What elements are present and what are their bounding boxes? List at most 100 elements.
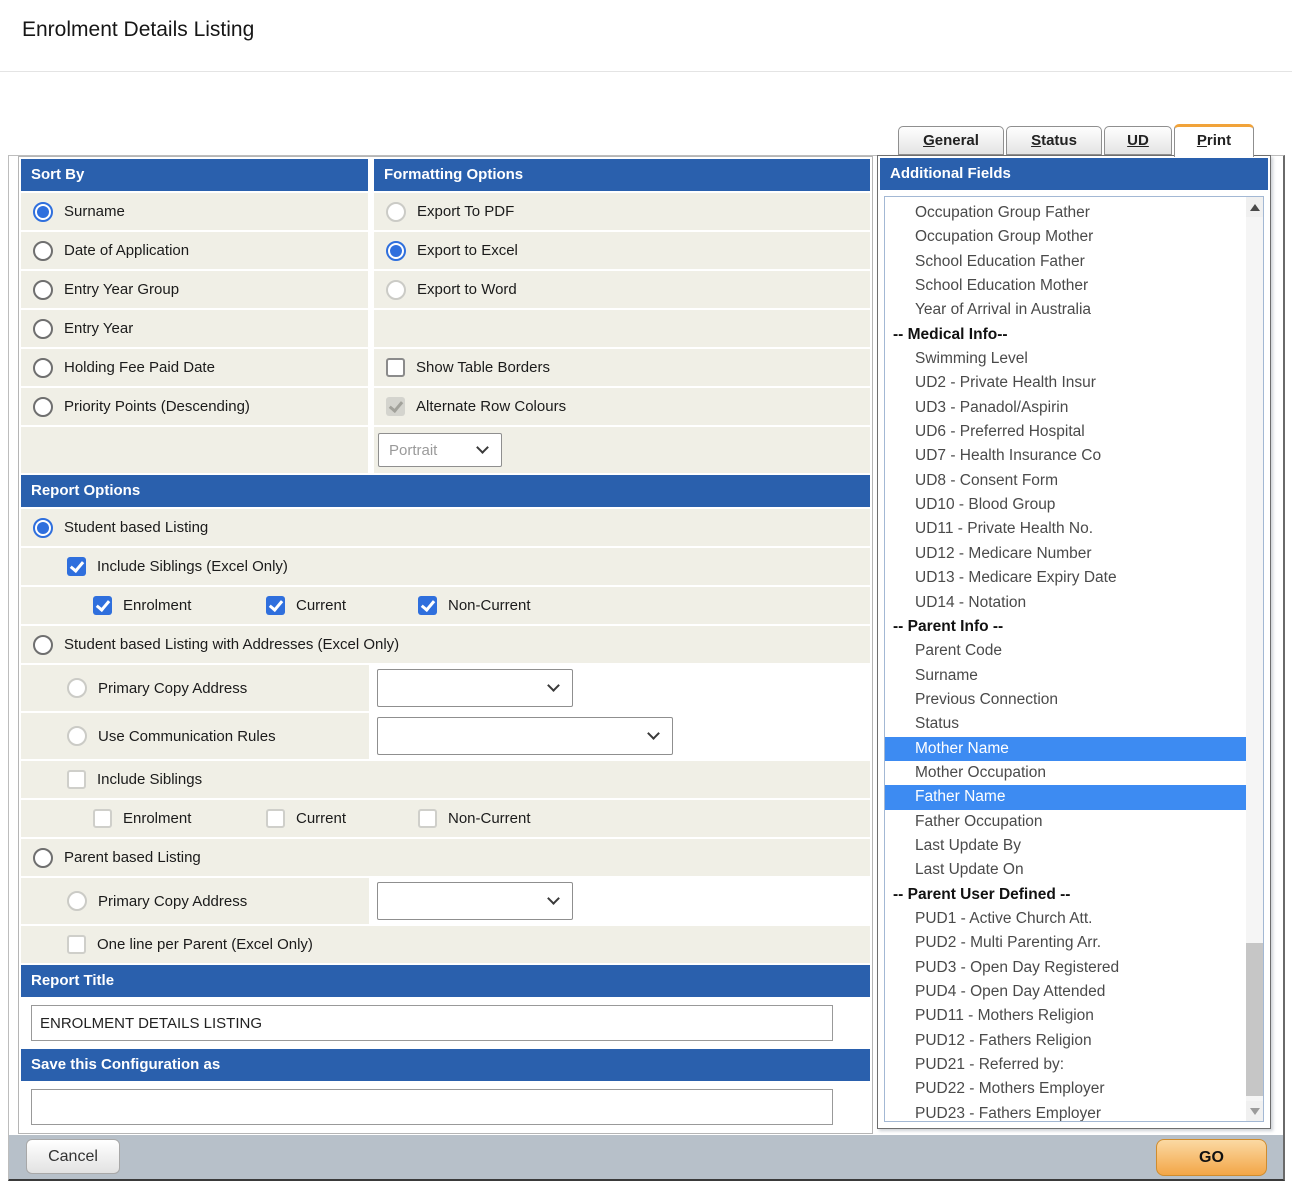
list-item[interactable]: UD3 - Panadol/Aspirin xyxy=(885,396,1246,420)
sort-date-of-application-radio[interactable] xyxy=(33,241,53,261)
communication-rules-select[interactable] xyxy=(377,717,673,755)
list-item[interactable]: PUD1 - Active Church Att. xyxy=(885,907,1246,931)
sort-surname-radio[interactable] xyxy=(33,202,53,222)
list-item[interactable]: PUD12 - Fathers Religion xyxy=(885,1029,1246,1053)
option-row: Show Table Borders xyxy=(374,349,870,386)
arrow-up-icon xyxy=(1250,204,1260,211)
use-communication-rules-radio[interactable] xyxy=(67,726,87,746)
list-item[interactable]: Year of Arrival in Australia xyxy=(885,298,1246,322)
primary-copy-address-select[interactable] xyxy=(377,669,573,707)
list-item[interactable]: UD7 - Health Insurance Co xyxy=(885,444,1246,468)
list-item[interactable]: Swimming Level xyxy=(885,347,1246,371)
chevron-down-icon xyxy=(547,679,560,692)
tab-ud[interactable]: UD xyxy=(1104,126,1172,155)
empty-cell xyxy=(21,427,368,473)
alternate-row-colours-checkbox[interactable] xyxy=(386,397,405,416)
parent-listing-radio[interactable] xyxy=(33,848,53,868)
student-listing-radio[interactable] xyxy=(33,518,53,538)
list-item[interactable]: PUD22 - Mothers Employer xyxy=(885,1077,1246,1101)
list-item[interactable]: UD12 - Medicare Number xyxy=(885,542,1246,566)
list-item[interactable]: PUD11 - Mothers Religion xyxy=(885,1004,1246,1028)
list-group-header[interactable]: -- Medical Info-- xyxy=(885,323,1246,347)
list-item[interactable]: PUD2 - Multi Parenting Arr. xyxy=(885,931,1246,955)
siblings2-current-checkbox[interactable] xyxy=(266,809,285,828)
list-item[interactable]: UD6 - Preferred Hospital xyxy=(885,420,1246,444)
list-item[interactable]: Status xyxy=(885,712,1246,736)
option-row: Include Siblings (Excel Only) xyxy=(21,548,870,585)
siblings-current-checkbox[interactable] xyxy=(266,596,285,615)
siblings2-noncurrent-checkbox[interactable] xyxy=(418,809,437,828)
list-item[interactable]: School Education Mother xyxy=(885,274,1246,298)
option-row: Priority Points (Descending) xyxy=(21,388,368,425)
parent-primary-copy-address-radio[interactable] xyxy=(67,891,87,911)
sort-entry-year-radio[interactable] xyxy=(33,319,53,339)
include-siblings2-checkbox[interactable] xyxy=(67,770,86,789)
list-item[interactable]: PUD4 - Open Day Attended xyxy=(885,980,1246,1004)
save-configuration-header: Save this Configuration as xyxy=(21,1049,870,1081)
option-row: Date of Application xyxy=(21,232,368,269)
tab-status[interactable]: Status xyxy=(1006,126,1102,155)
export-excel-radio[interactable] xyxy=(386,241,406,261)
primary-copy-address-radio[interactable] xyxy=(67,678,87,698)
scrollbar-down-button[interactable] xyxy=(1246,1101,1263,1121)
list-item[interactable]: Surname xyxy=(885,664,1246,688)
list-item[interactable]: Last Update On xyxy=(885,858,1246,882)
option-row: Enrolment Current Non-Current xyxy=(21,587,870,624)
parent-primary-copy-address-select[interactable] xyxy=(377,882,573,920)
siblings-noncurrent-checkbox[interactable] xyxy=(418,596,437,615)
list-item[interactable]: PUD3 - Open Day Registered xyxy=(885,956,1246,980)
list-item[interactable]: Occupation Group Mother xyxy=(885,225,1246,249)
list-item[interactable]: UD10 - Blood Group xyxy=(885,493,1246,517)
one-line-per-parent-checkbox[interactable] xyxy=(67,935,86,954)
orientation-select[interactable]: Portrait xyxy=(378,433,502,467)
list-item[interactable]: Father Name xyxy=(885,785,1246,809)
footer-bar: Cancel GO xyxy=(9,1135,1283,1179)
scrollbar-track[interactable] xyxy=(1246,217,1263,1101)
tab-print[interactable]: Print xyxy=(1174,124,1254,157)
go-button[interactable]: GO xyxy=(1156,1139,1267,1176)
siblings-enrolment-checkbox[interactable] xyxy=(93,596,112,615)
show-table-borders-checkbox[interactable] xyxy=(386,358,405,377)
option-row: Include Siblings xyxy=(21,761,870,798)
list-item[interactable]: Father Occupation xyxy=(885,810,1246,834)
additional-fields-list: Occupation Group FatherOccupation Group … xyxy=(885,197,1246,1121)
sort-priority-points-radio[interactable] xyxy=(33,397,53,417)
siblings2-enrolment-checkbox[interactable] xyxy=(93,809,112,828)
list-item[interactable]: Occupation Group Father xyxy=(885,201,1246,225)
scrollbar-thumb[interactable] xyxy=(1246,943,1263,1096)
scrollbar xyxy=(1246,197,1263,1121)
list-item[interactable]: Parent Code xyxy=(885,639,1246,663)
list-item[interactable]: UD13 - Medicare Expiry Date xyxy=(885,566,1246,590)
list-item[interactable]: Previous Connection xyxy=(885,688,1246,712)
include-siblings-checkbox[interactable] xyxy=(67,557,86,576)
option-row: Export To PDF xyxy=(374,193,870,230)
list-item[interactable]: School Education Father xyxy=(885,250,1246,274)
list-item[interactable]: UD8 - Consent Form xyxy=(885,469,1246,493)
export-word-radio[interactable] xyxy=(386,280,406,300)
additional-fields-header: Additional Fields xyxy=(880,158,1268,190)
additional-fields-panel: Additional Fields Occupation Group Fathe… xyxy=(877,155,1271,1129)
save-configuration-input[interactable] xyxy=(31,1089,833,1125)
list-item[interactable]: Mother Name xyxy=(885,737,1246,761)
formatting-options-header: Formatting Options xyxy=(374,159,870,191)
list-item[interactable]: UD11 - Private Health No. xyxy=(885,517,1246,541)
sort-entry-year-group-radio[interactable] xyxy=(33,280,53,300)
list-item[interactable]: UD14 - Notation xyxy=(885,591,1246,615)
list-item[interactable]: Last Update By xyxy=(885,834,1246,858)
option-row: Holding Fee Paid Date xyxy=(21,349,368,386)
list-item[interactable]: Mother Occupation xyxy=(885,761,1246,785)
left-panel: Sort By Surname Date of Application Entr… xyxy=(18,156,873,1134)
report-title-input[interactable] xyxy=(31,1005,833,1041)
list-group-header[interactable]: -- Parent Info -- xyxy=(885,615,1246,639)
student-listing-addresses-radio[interactable] xyxy=(33,635,53,655)
scrollbar-up-button[interactable] xyxy=(1246,197,1263,217)
tab-general[interactable]: General xyxy=(898,126,1004,155)
list-item[interactable]: PUD23 - Fathers Employer xyxy=(885,1102,1246,1121)
list-group-header[interactable]: -- Parent User Defined -- xyxy=(885,883,1246,907)
sort-holding-fee-radio[interactable] xyxy=(33,358,53,378)
chevron-down-icon xyxy=(647,727,660,740)
list-item[interactable]: UD2 - Private Health Insur xyxy=(885,371,1246,395)
cancel-button[interactable]: Cancel xyxy=(26,1139,120,1174)
list-item[interactable]: PUD21 - Referred by: xyxy=(885,1053,1246,1077)
export-pdf-radio[interactable] xyxy=(386,202,406,222)
